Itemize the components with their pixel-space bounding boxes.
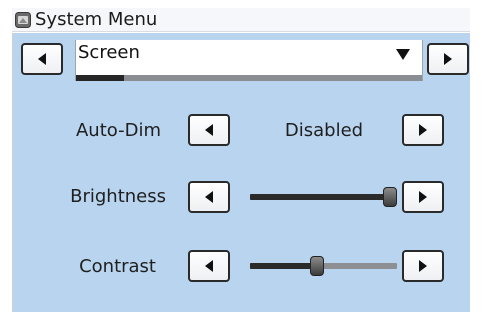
contrast-label: Contrast <box>79 256 156 277</box>
auto-dim-decrease-button[interactable] <box>188 114 230 146</box>
system-menu-icon <box>15 12 31 28</box>
arrow-right-icon <box>419 124 427 136</box>
auto-dim-value: Disabled <box>284 120 364 141</box>
brightness-increase-button[interactable] <box>402 181 444 213</box>
arrow-left-icon <box>205 124 213 136</box>
settings-panel: Screen Auto-Dim Disabled Brightness Cont… <box>12 33 470 312</box>
contrast-decrease-button[interactable] <box>188 250 230 282</box>
arrow-right-icon <box>419 191 427 203</box>
brightness-decrease-button[interactable] <box>188 181 230 213</box>
caret-down-icon <box>396 49 410 60</box>
arrow-right-icon <box>444 53 452 65</box>
title-bar: System Menu <box>12 8 470 32</box>
auto-dim-label: Auto-Dim <box>75 120 161 141</box>
category-dropdown-value: Screen <box>78 42 140 63</box>
arrow-left-icon <box>38 53 46 65</box>
arrow-left-icon <box>205 260 213 272</box>
next-category-button[interactable] <box>427 43 469 75</box>
brightness-slider[interactable] <box>250 187 397 207</box>
contrast-slider[interactable] <box>250 256 397 276</box>
brightness-slider-handle[interactable] <box>383 187 397 207</box>
contrast-slider-fill <box>250 263 317 269</box>
brightness-slider-fill <box>250 194 390 200</box>
category-scrollbar-thumb[interactable] <box>76 75 125 81</box>
contrast-increase-button[interactable] <box>402 250 444 282</box>
window-title: System Menu <box>35 9 158 30</box>
category-dropdown[interactable]: Screen <box>75 40 423 81</box>
arrow-left-icon <box>205 191 213 203</box>
prev-category-button[interactable] <box>21 43 63 75</box>
arrow-right-icon <box>419 260 427 272</box>
auto-dim-increase-button[interactable] <box>402 114 444 146</box>
category-scrollbar[interactable] <box>76 75 422 81</box>
brightness-label: Brightness <box>70 186 166 207</box>
contrast-slider-handle[interactable] <box>310 256 324 276</box>
